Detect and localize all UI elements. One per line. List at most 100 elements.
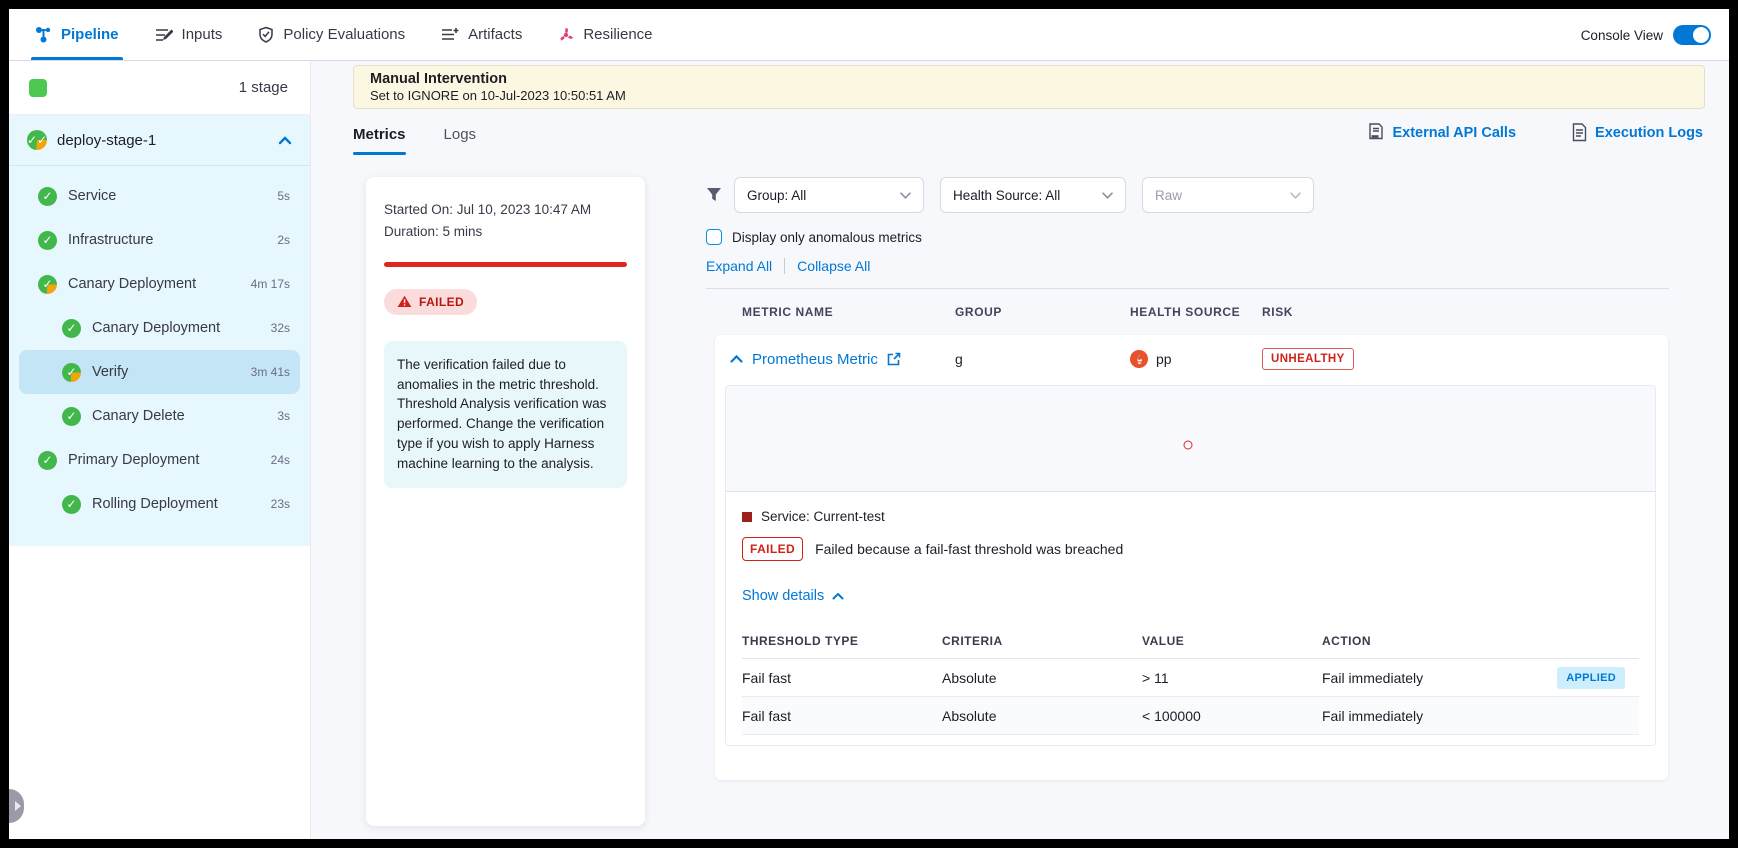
verification-summary-card: Started On: Jul 10, 2023 10:47 AM Durati…: [366, 177, 645, 826]
sidebar-step[interactable]: Canary Deployment 4m 17s: [19, 262, 300, 306]
metric-row: Prometheus Metric g pp UNHEALTHY: [715, 335, 1668, 383]
resilience-icon: [558, 27, 574, 43]
column-header-risk: RISK: [1262, 305, 1669, 319]
anomalous-checkbox-row: Display only anomalous metrics: [706, 229, 1669, 245]
collapse-chevron-up-icon[interactable]: [730, 355, 743, 363]
step-duration: 4m 17s: [251, 277, 290, 291]
value-cell: < 100000: [1142, 708, 1322, 724]
external-api-calls-link[interactable]: External API Calls: [1368, 123, 1516, 142]
chevron-up-icon[interactable]: [278, 136, 292, 145]
verification-message: The verification failed due to anomalies…: [384, 341, 627, 489]
step-duration: 3m 41s: [251, 365, 290, 379]
metric-detail-panel: Prometheus Metric g pp UNHEALTHY: [715, 335, 1668, 780]
tab-policy-evaluations[interactable]: Policy Evaluations: [258, 9, 405, 60]
app-window: Pipeline Inputs Policy Evaluations Artif…: [9, 9, 1729, 839]
step-status-icon: [62, 495, 81, 514]
external-api-calls-label: External API Calls: [1392, 125, 1516, 141]
chevron-down-icon: [900, 192, 911, 199]
execution-logs-icon: [1572, 123, 1587, 142]
external-link-icon[interactable]: [887, 352, 901, 366]
action-cell: Fail immediately: [1322, 708, 1423, 724]
expand-all-link[interactable]: Expand All: [706, 258, 772, 274]
sidebar-step[interactable]: Primary Deployment 24s: [19, 438, 300, 482]
sidebar-step[interactable]: Canary Delete 3s: [19, 394, 300, 438]
sidebar-step[interactable]: Infrastructure 2s: [19, 218, 300, 262]
step-status-icon: [62, 363, 81, 382]
tab-metrics[interactable]: Metrics: [353, 126, 406, 149]
duration-label: Duration: 5 mins: [384, 221, 627, 243]
metric-analysis-panel: Service: Current-test FAILED Failed beca…: [725, 385, 1656, 746]
anomalous-metrics-label: Display only anomalous metrics: [732, 230, 922, 245]
stage-count-label: 1 stage: [239, 79, 288, 96]
raw-filter-select[interactable]: Raw: [1142, 177, 1314, 213]
artifacts-icon: [441, 27, 459, 42]
threshold-row: Fail fast Absolute < 100000 Fail immedia…: [742, 697, 1639, 735]
step-status-icon: [38, 187, 57, 206]
step-list: Service 5s Infrastructure 2s Canary Depl: [9, 166, 310, 526]
sidebar-step[interactable]: Service 5s: [19, 174, 300, 218]
tab-resilience[interactable]: Resilience: [558, 9, 652, 60]
sidebar-step[interactable]: Canary Deployment 32s: [19, 306, 300, 350]
step-duration: 5s: [277, 189, 290, 203]
health-source-value: pp: [1156, 351, 1172, 367]
step-duration: 3s: [277, 409, 290, 423]
tab-label: Pipeline: [61, 26, 119, 43]
step-label: Canary Deployment: [92, 320, 220, 336]
failed-badge-label: FAILED: [419, 295, 464, 309]
anomalous-data-point[interactable]: [1183, 440, 1192, 449]
applied-badge: APPLIED: [1557, 667, 1625, 689]
criteria-cell: Absolute: [942, 670, 1142, 686]
group-filter-value: Group: All: [747, 188, 890, 203]
panel-expand-handle[interactable]: [9, 789, 24, 823]
anomalous-metrics-checkbox[interactable]: [706, 229, 722, 245]
stage-name: deploy-stage-1: [57, 132, 156, 149]
prometheus-icon: [1130, 350, 1148, 368]
show-details-link[interactable]: Show details: [742, 588, 844, 604]
vertical-divider: [784, 258, 785, 274]
tab-pipeline[interactable]: Pipeline: [35, 9, 119, 60]
execution-logs-label: Execution Logs: [1595, 125, 1703, 141]
metric-group-value: g: [955, 351, 1130, 367]
console-view-toggle[interactable]: [1673, 25, 1711, 45]
step-label: Rolling Deployment: [92, 496, 218, 512]
threshold-type-cell: Fail fast: [742, 670, 942, 686]
stage-status-square: [29, 79, 47, 97]
step-label: Verify: [92, 364, 128, 380]
sidebar-step[interactable]: Rolling Deployment 23s: [19, 482, 300, 526]
tab-logs[interactable]: Logs: [444, 126, 477, 149]
legend-label: Service: Current-test: [761, 509, 885, 524]
sidebar-step[interactable]: Verify 3m 41s: [19, 350, 300, 394]
stage-count-row: 1 stage: [9, 61, 310, 115]
filter-row: Group: All Health Source: All Raw: [706, 177, 1669, 213]
tab-label: Artifacts: [468, 26, 522, 43]
banner-subtitle: Set to IGNORE on 10-Jul-2023 10:50:51 AM: [370, 88, 1688, 103]
stage-row-deploy-stage-1[interactable]: ✓ deploy-stage-1: [9, 115, 310, 165]
stage-panel: ✓ deploy-stage-1 Service 5s: [9, 115, 310, 546]
tab-label: Policy Evaluations: [283, 26, 405, 43]
stage-status-icon: ✓: [27, 130, 47, 150]
execution-logs-link[interactable]: Execution Logs: [1572, 123, 1703, 142]
step-duration: 32s: [271, 321, 290, 335]
metric-name-link[interactable]: Prometheus Metric: [752, 351, 878, 368]
threshold-table-header: THRESHOLD TYPE CRITERIA VALUE ACTION: [742, 623, 1639, 659]
banner-title: Manual Intervention: [370, 71, 1688, 87]
failed-outline-badge: FAILED: [742, 537, 803, 561]
tab-inputs[interactable]: Inputs: [155, 9, 223, 60]
main-content: Manual Intervention Set to IGNORE on 10-…: [311, 61, 1729, 839]
tab-artifacts[interactable]: Artifacts: [441, 9, 522, 60]
collapse-all-link[interactable]: Collapse All: [797, 258, 870, 274]
column-header-health-source: HEALTH SOURCE: [1130, 305, 1262, 319]
step-duration: 24s: [271, 453, 290, 467]
health-source-filter-select[interactable]: Health Source: All: [940, 177, 1126, 213]
threshold-table-body: Fail fast Absolute > 11 Fail immediately…: [742, 659, 1639, 735]
step-status-icon: [38, 275, 57, 294]
execution-sidebar: 1 stage ✓ deploy-stage-1 Service: [9, 61, 311, 839]
threshold-type-cell: Fail fast: [742, 708, 942, 724]
health-source-filter-value: Health Source: All: [953, 188, 1092, 203]
pipeline-icon: [35, 26, 52, 43]
step-duration: 2s: [277, 233, 290, 247]
criteria-cell: Absolute: [942, 708, 1142, 724]
threshold-row: Fail fast Absolute > 11 Fail immediately…: [742, 659, 1639, 697]
group-filter-select[interactable]: Group: All: [734, 177, 924, 213]
external-api-calls-icon: [1368, 123, 1384, 142]
